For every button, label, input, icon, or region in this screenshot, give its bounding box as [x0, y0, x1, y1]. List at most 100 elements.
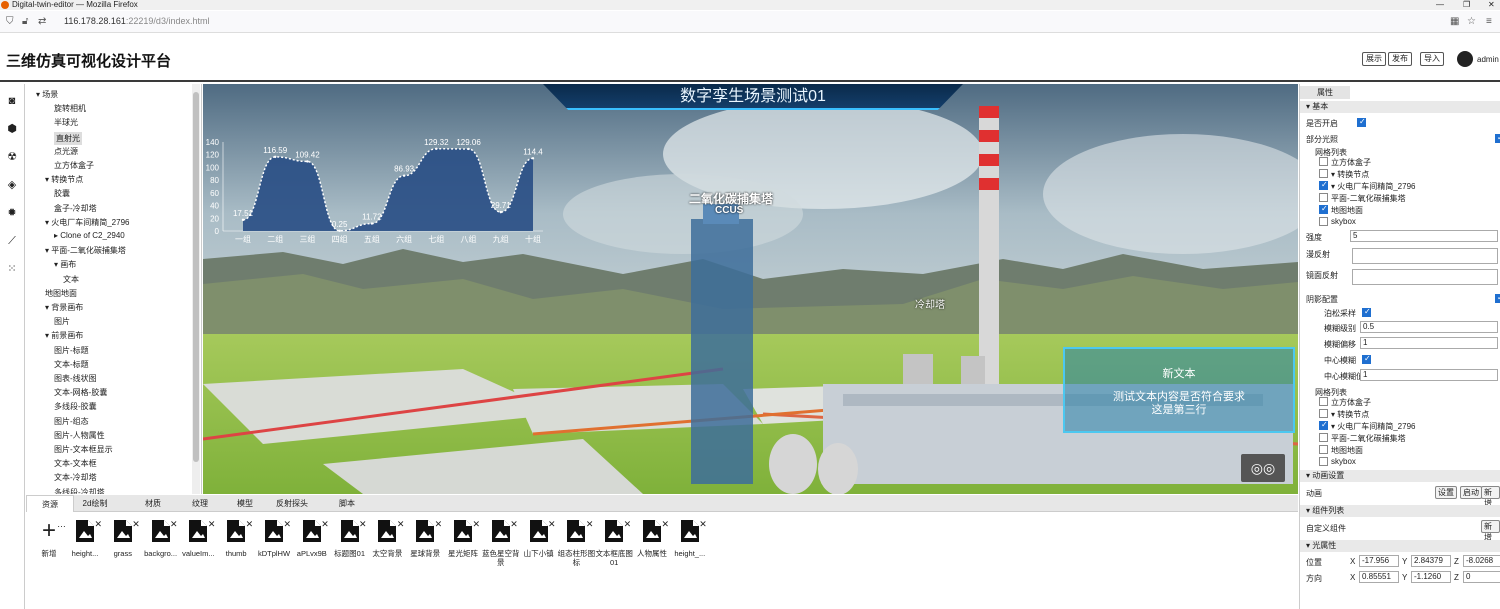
asset-item[interactable]: ✕ 人物属性	[633, 519, 671, 558]
remove-asset-icon[interactable]: ✕	[624, 519, 632, 530]
asset-item[interactable]: ✕ grass	[104, 519, 142, 558]
grid-item-2-checkbox[interactable]	[1319, 445, 1328, 454]
tree-node[interactable]: 旋转相机	[54, 103, 86, 114]
tree-node[interactable]: ▾ 场景	[36, 89, 58, 100]
strength-input[interactable]: 5	[1350, 230, 1498, 242]
minimize-button[interactable]: —	[1436, 0, 1444, 10]
tree-scrollbar[interactable]	[192, 84, 200, 494]
remove-asset-icon[interactable]: ✕	[510, 519, 518, 530]
anim-section[interactable]: ▾ 动画设置	[1300, 470, 1500, 482]
enabled-checkbox[interactable]	[1357, 117, 1366, 127]
blur-level-input[interactable]: 0.5	[1360, 321, 1498, 333]
show-button[interactable]: 展示	[1362, 52, 1386, 66]
tree-node[interactable]: ▾ 火电厂车间精简_2796	[45, 217, 129, 228]
asset-item[interactable]: ✕ thumb	[217, 519, 255, 558]
remove-asset-icon[interactable]: ✕	[586, 519, 594, 530]
grid-item-checkbox[interactable]	[1319, 157, 1328, 166]
qr-code-icon[interactable]: ▦	[1450, 16, 1459, 27]
tree-node[interactable]: ▸ Clone of C2_2940	[54, 231, 125, 240]
remove-asset-icon[interactable]: ✕	[699, 519, 707, 530]
tree-node[interactable]: 盒子-冷却塔	[54, 203, 97, 214]
position-y-input[interactable]: 2.84379	[1411, 555, 1451, 567]
import-button[interactable]: 导入	[1420, 52, 1444, 66]
remove-asset-icon[interactable]: ✕	[397, 519, 405, 530]
component-section[interactable]: ▾ 组件列表	[1300, 505, 1500, 517]
tree-node[interactable]: 图片-标题	[54, 345, 89, 356]
bookmark-star-icon[interactable]: ☆	[1467, 16, 1476, 27]
specular-color[interactable]	[1352, 269, 1498, 285]
grid-item-2-checkbox[interactable]	[1319, 409, 1328, 418]
anim-new-button[interactable]: 新增	[1481, 486, 1500, 508]
grid-item-2-checkbox[interactable]	[1319, 457, 1328, 466]
position-z-input[interactable]: -8.0268	[1463, 555, 1500, 567]
asset-item[interactable]: ✕ kDTplHW	[255, 519, 293, 558]
tree-node[interactable]: ▾ 转换节点	[45, 174, 83, 185]
remove-asset-icon[interactable]: ✕	[548, 519, 556, 530]
blur-offset-input[interactable]: 1	[1360, 337, 1498, 349]
username[interactable]: admin	[1477, 55, 1499, 64]
poisson-checkbox[interactable]	[1362, 307, 1371, 317]
asset-tab[interactable]: 反射探头	[268, 495, 316, 512]
center-blur-value-input[interactable]: 1	[1360, 369, 1498, 381]
grid-item-2-checkbox[interactable]	[1319, 420, 1328, 430]
tree-node[interactable]: 直射光	[54, 131, 82, 145]
position-x-input[interactable]: -17.956	[1359, 555, 1399, 567]
direction-z-input[interactable]: 0	[1463, 571, 1500, 583]
asset-item[interactable]: ✕ 蓝色星空背景	[482, 519, 520, 567]
chart-icon[interactable]: ⟋	[5, 234, 19, 248]
direction-y-input[interactable]: -1.1260	[1411, 571, 1451, 583]
tree-node[interactable]: 点光源	[54, 146, 78, 157]
add-asset-button[interactable]: + 新增…	[30, 519, 68, 559]
anim-settings-button[interactable]: 设置	[1435, 486, 1457, 499]
asset-item[interactable]: ✕ 星球背景	[406, 519, 444, 558]
tree-node[interactable]: ▾ 平面-二氧化碳捕集塔	[45, 245, 126, 256]
tree-node[interactable]: 图片-文本框显示	[54, 444, 113, 455]
grid-item-checkbox[interactable]	[1319, 204, 1328, 214]
grid-item-checkbox[interactable]	[1319, 169, 1328, 178]
tree-node[interactable]: 地图地面	[45, 288, 77, 299]
remove-asset-icon[interactable]: ✕	[321, 519, 329, 530]
tree-node[interactable]: 文本-标题	[54, 359, 89, 370]
asset-item[interactable]: ✕ 星光矩阵	[444, 519, 482, 558]
tree-node[interactable]: 文本	[63, 274, 79, 285]
user-avatar-icon[interactable]	[1457, 51, 1473, 67]
remove-asset-icon[interactable]: ✕	[283, 519, 291, 530]
asset-tab[interactable]: 脚本	[323, 495, 371, 512]
tree-node[interactable]: 立方体盒子	[54, 160, 94, 171]
remove-asset-icon[interactable]: ✕	[435, 519, 443, 530]
asset-item[interactable]: ✕ 标题图01	[331, 519, 369, 558]
remove-asset-icon[interactable]: ✕	[661, 519, 669, 530]
light-section[interactable]: ▾ 光属性	[1300, 540, 1500, 552]
asset-item[interactable]: ✕ 文本框底图01	[595, 519, 633, 567]
asset-tab[interactable]: 2d绘制	[71, 495, 119, 512]
3d-viewport[interactable]: 数字孪生场景测试01 二氧化碳捕集塔 CCUS 冷却塔 新文本 测试文本内容是否…	[203, 84, 1298, 494]
remove-asset-icon[interactable]: ✕	[472, 519, 480, 530]
grid-item-checkbox[interactable]	[1319, 193, 1328, 202]
tree-node[interactable]: 图片	[54, 316, 70, 327]
grid-item-checkbox[interactable]	[1319, 217, 1328, 226]
grid-item-2-checkbox[interactable]	[1319, 433, 1328, 442]
asset-item[interactable]: ✕ backgro...	[142, 519, 180, 558]
tree-node[interactable]: 图片-组态	[54, 416, 89, 427]
asset-item[interactable]: ✕ aPLvx9B	[293, 519, 331, 558]
remove-asset-icon[interactable]: ✕	[246, 519, 254, 530]
tree-node[interactable]: 胶囊	[54, 188, 70, 199]
remove-asset-icon[interactable]: ✕	[170, 519, 178, 530]
diffuse-color[interactable]	[1352, 248, 1498, 264]
remove-asset-icon[interactable]: ✕	[208, 519, 216, 530]
tree-node[interactable]: 多线段-胶囊	[54, 401, 97, 412]
asset-item[interactable]: ✕ 太空背景	[368, 519, 406, 558]
lock-icon[interactable]: 🔓︎	[22, 16, 28, 27]
asset-tab[interactable]: 资源	[26, 495, 74, 512]
tree-node[interactable]: 文本-文本框	[54, 458, 97, 469]
permissions-icon[interactable]: ⇄	[38, 16, 46, 27]
publish-button[interactable]: 发布	[1388, 52, 1412, 66]
tree-node[interactable]: ▾ 画布	[54, 259, 76, 270]
remove-asset-icon[interactable]: ✕	[132, 519, 140, 530]
tree-node[interactable]: ▾ 背景画布	[45, 302, 83, 313]
asset-tab[interactable]: 材质	[129, 495, 177, 512]
asset-tab[interactable]: 纹理	[176, 495, 224, 512]
asset-tab[interactable]: 模型	[221, 495, 269, 512]
grid-icon[interactable]: ⁙	[5, 262, 19, 276]
direction-x-input[interactable]: 0.85551	[1359, 571, 1399, 583]
